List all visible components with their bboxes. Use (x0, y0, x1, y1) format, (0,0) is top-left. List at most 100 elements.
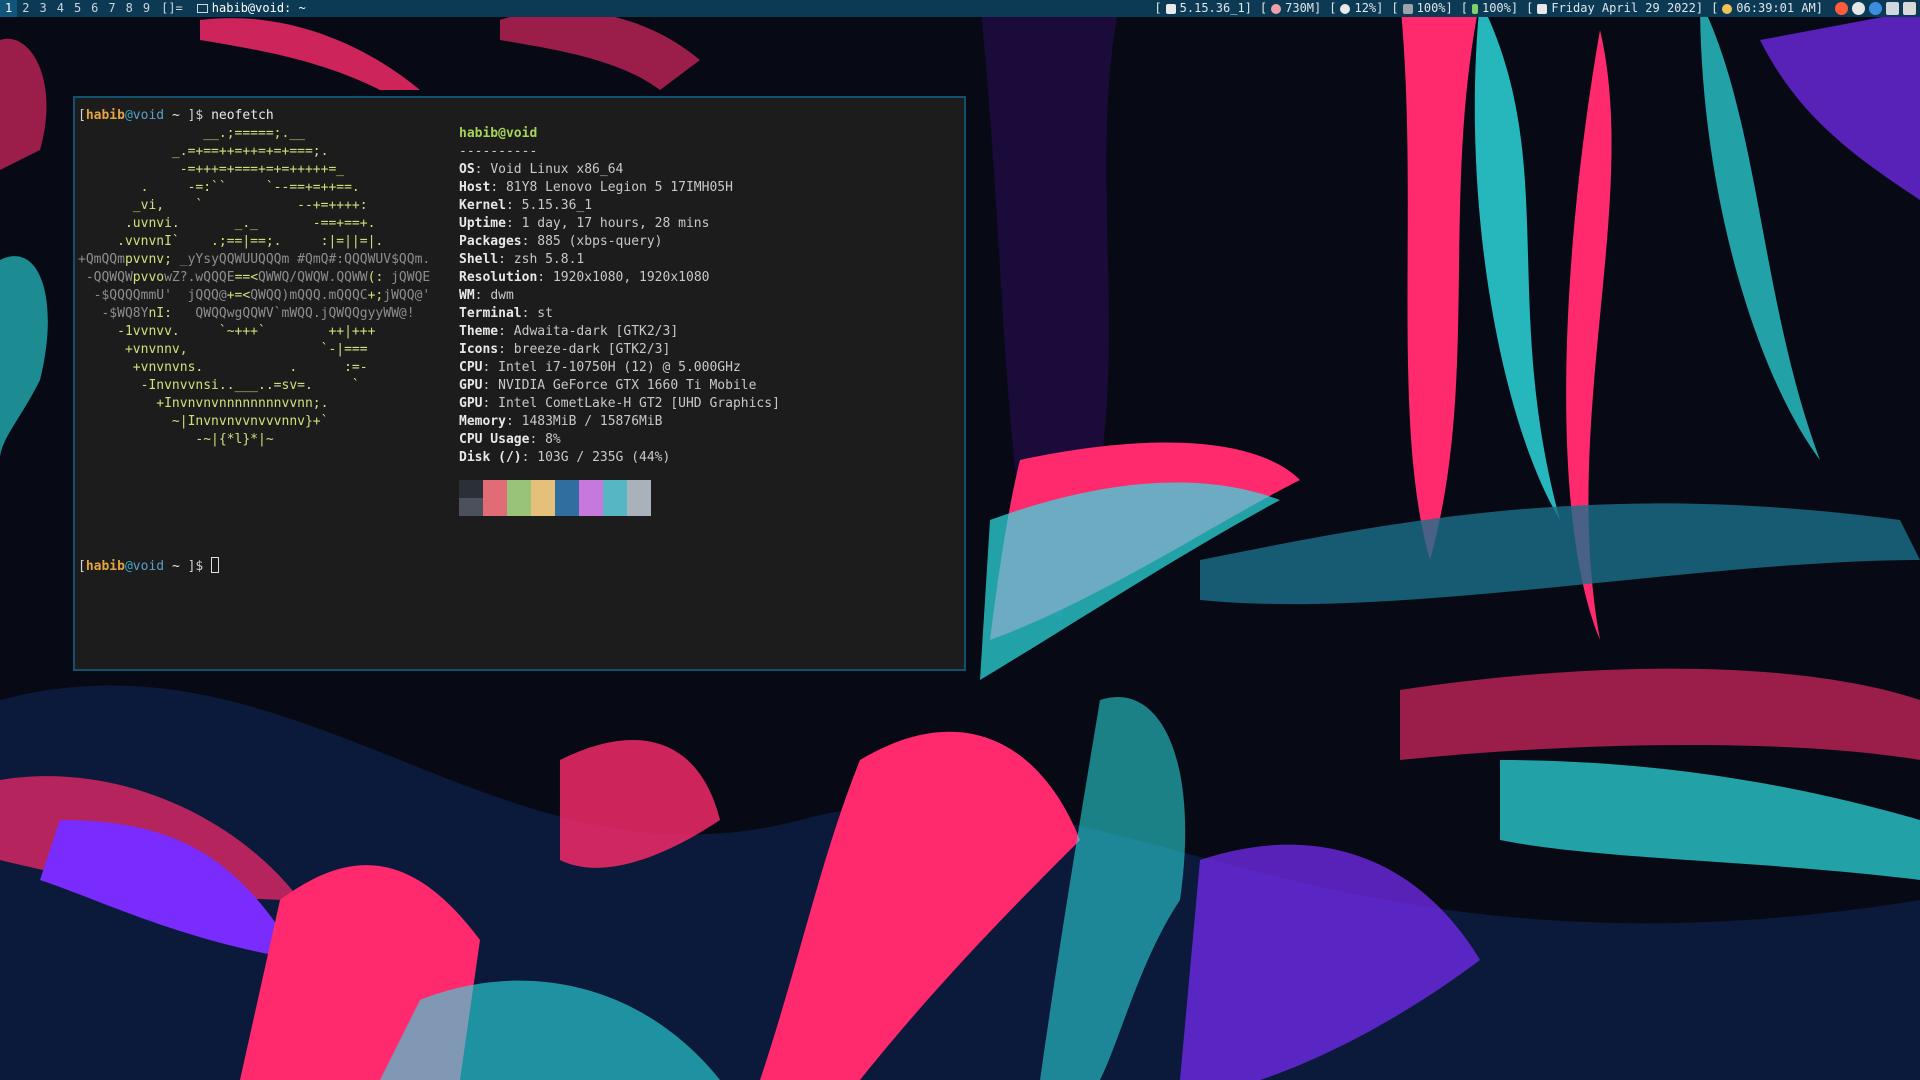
prompt-line-1: [habib@void ~ ]$ neofetch (78, 108, 274, 123)
linux-icon (1165, 3, 1176, 14)
void-ascii-logo: __.;=====;.__ _.=+==++=++=+=+===;. -=+++… (78, 126, 431, 447)
info-value: 81Y8 Lenovo Legion 5 17IMH05H (505, 180, 733, 195)
info-key: OS (459, 162, 475, 177)
clock-text: 06:39:01 AM] (1736, 1, 1823, 15)
system-tray (1827, 2, 1920, 15)
info-key: Host (459, 180, 491, 195)
cpu-block: [12%] (1329, 1, 1384, 15)
palette-swatch (603, 498, 627, 516)
info-row: Uptime: 1 day, 17 hours, 28 mins (459, 216, 710, 231)
info-row: Memory: 1483MiB / 15876MiB (459, 414, 663, 429)
info-row: Resolution: 1920x1080, 1920x1080 (459, 270, 710, 285)
palette-swatch (579, 498, 603, 516)
info-row: Shell: zsh 5.8.1 (459, 252, 585, 267)
info-value: Void Linux x86_64 (490, 162, 624, 177)
firefox-tray-icon[interactable] (1835, 2, 1848, 15)
info-separator: ---------- (459, 144, 538, 159)
workspace-9[interactable]: 9 (138, 0, 155, 17)
info-key: Theme (459, 324, 499, 339)
kernel-block: [5.15.36_1] (1154, 1, 1252, 15)
volume-block: [100%] (1391, 1, 1453, 15)
info-value: Intel CometLake-H GT2 [UHD Graphics] (498, 396, 780, 411)
brain-icon (1271, 3, 1282, 14)
info-value: 1 day, 17 hours, 28 mins (521, 216, 710, 231)
info-key: WM (459, 288, 475, 303)
info-value: Intel i7-10750H (12) @ 5.000GHz (498, 360, 741, 375)
layout-indicator[interactable]: []= (155, 0, 189, 17)
prompt-line-2[interactable]: [habib@void ~ ]$ (78, 557, 220, 576)
info-value: 1920x1080, 1920x1080 (552, 270, 710, 285)
date-text: Friday April 29 2022] (1551, 1, 1704, 15)
info-key: Packages (459, 234, 522, 249)
info-value: breeze-dark [GTK2/3] (513, 342, 671, 357)
network-tray-icon[interactable] (1903, 2, 1916, 15)
palette-swatch (531, 480, 555, 498)
info-value: 103G / 235G (44%) (537, 450, 671, 465)
palette-swatch (627, 480, 651, 498)
workspace-6[interactable]: 6 (86, 0, 103, 17)
status-bar: 1 2 3 4 5 6 7 8 9 []= habib@void: ~ [5.1… (0, 0, 1920, 17)
palette-swatch (579, 480, 603, 498)
battery-block: [100%] (1460, 1, 1519, 15)
system-info: habib@void ---------- OS: Void Linux x86… (459, 125, 780, 467)
palette-swatch (483, 498, 507, 516)
workspace-4[interactable]: 4 (52, 0, 69, 17)
info-user-host: habib@void (459, 126, 538, 141)
cpu-text: 12%] (1354, 1, 1384, 15)
info-value: dwm (490, 288, 514, 303)
palette-swatch (459, 498, 483, 516)
palette-swatch (507, 480, 531, 498)
info-value: 885 (xbps-query) (537, 234, 663, 249)
workspace-7[interactable]: 7 (103, 0, 120, 17)
display-tray-icon[interactable] (1886, 2, 1899, 15)
info-row: Packages: 885 (xbps-query) (459, 234, 663, 249)
info-row: Disk (/): 103G / 235G (44%) (459, 450, 671, 465)
memory-block: [730M] (1259, 1, 1322, 15)
info-value: st (537, 306, 553, 321)
info-value: zsh 5.8.1 (513, 252, 585, 267)
info-value: Adwaita-dark [GTK2/3] (513, 324, 679, 339)
info-row: Icons: breeze-dark [GTK2/3] (459, 342, 671, 357)
terminal-window[interactable]: [habib@void ~ ]$ neofetch __.;=====;.__ … (73, 96, 966, 671)
info-key: Kernel (459, 198, 506, 213)
info-value: NVIDIA GeForce GTX 1660 Ti Mobile (498, 378, 757, 393)
battery-icon (1471, 3, 1478, 14)
volume-text: 100%] (1416, 1, 1453, 15)
palette-swatch (603, 480, 627, 498)
workspace-8[interactable]: 8 (121, 0, 138, 17)
info-rows: OS: Void Linux x86_64 Host: 81Y8 Lenovo L… (459, 161, 780, 467)
workspace-1[interactable]: 1 (0, 0, 18, 17)
color-palette (459, 480, 651, 516)
text-cursor (211, 557, 220, 573)
workspace-2[interactable]: 2 (17, 0, 34, 17)
info-key: Resolution (459, 270, 538, 285)
command-text: neofetch (211, 108, 274, 123)
bluetooth-tray-icon[interactable] (1869, 2, 1882, 15)
workspace-5[interactable]: 5 (69, 0, 86, 17)
workspace-3[interactable]: 3 (34, 0, 51, 17)
info-row: GPU: Intel CometLake-H GT2 [UHD Graphics… (459, 396, 780, 411)
palette-swatch (555, 480, 579, 498)
palette-swatch (627, 498, 651, 516)
info-key: GPU (459, 396, 483, 411)
battery-text: 100%] (1481, 1, 1519, 15)
steam-tray-icon[interactable] (1852, 2, 1865, 15)
info-key: Shell (459, 252, 499, 267)
palette-swatch (459, 480, 483, 498)
palette-swatch (531, 498, 555, 516)
window-title: habib@void: ~ (189, 0, 314, 17)
info-value: 1483MiB / 15876MiB (521, 414, 663, 429)
info-key: CPU (459, 360, 483, 375)
kernel-text: 5.15.36_1] (1179, 1, 1252, 15)
info-row: CPU: Intel i7-10750H (12) @ 5.000GHz (459, 360, 741, 375)
info-row: GPU: NVIDIA GeForce GTX 1660 Ti Mobile (459, 378, 757, 393)
info-key: GPU (459, 378, 483, 393)
terminal-icon (196, 4, 208, 13)
info-row: Theme: Adwaita-dark [GTK2/3] (459, 324, 679, 339)
cpu-icon (1340, 3, 1351, 14)
info-key: Memory (459, 414, 506, 429)
palette-swatch (507, 498, 531, 516)
info-key: CPU Usage (459, 432, 530, 447)
info-row: WM: dwm (459, 288, 514, 303)
window-title-text: habib@void: ~ (211, 1, 306, 15)
